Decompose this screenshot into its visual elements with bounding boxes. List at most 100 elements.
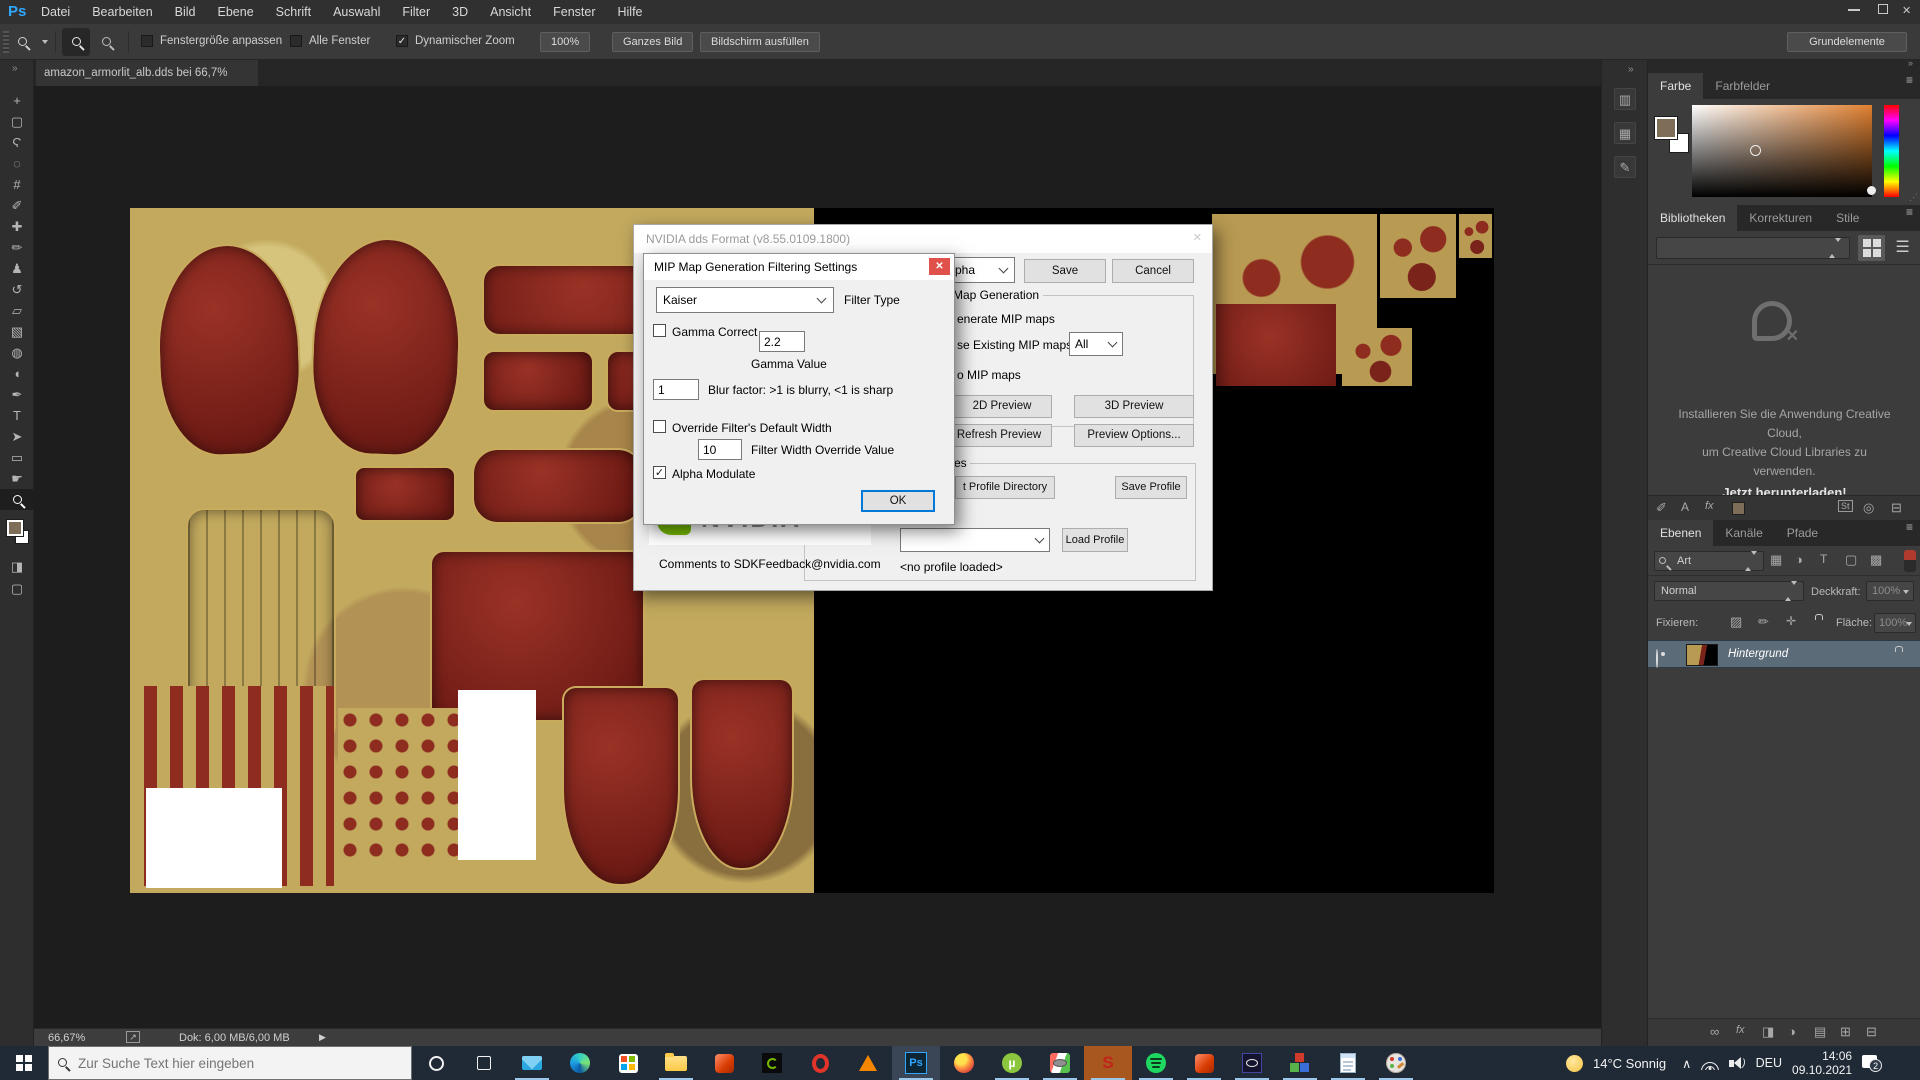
taskbar-mail-icon[interactable] [508,1046,556,1080]
dock-collapse-icon[interactable]: » [1628,64,1634,75]
menu-3d[interactable]: 3D [441,0,479,24]
tool-preset-dropdown-icon[interactable] [42,40,48,44]
type-filter-icon[interactable]: T [1820,552,1827,566]
nvidia-dialog-titlebar[interactable]: NVIDIA dds Format (v8.55.0109.1800) ✕ [634,225,1212,253]
gamma-correct-checkbox[interactable] [653,324,666,337]
refresh-preview-button[interactable]: Refresh Preview [946,424,1052,447]
quick-mask-icon[interactable]: ◨ [0,556,34,577]
blur-factor-field[interactable] [653,379,699,400]
taskbar-firefox-icon[interactable] [940,1046,988,1080]
layer-filter-toggle[interactable] [1904,550,1916,572]
notes-panel-icon[interactable]: ✎ [1614,156,1636,178]
panel-resize-grip[interactable]: ⋰ [1909,192,1918,203]
color-panel-menu-icon[interactable]: ≡ [1906,73,1913,87]
options-bar-grip[interactable] [3,31,9,53]
ok-button[interactable]: OK [861,490,935,512]
format-dropdown[interactable]: pha [949,257,1015,283]
zoom-100-button[interactable]: 100% [540,32,590,52]
gradient-handle[interactable] [1867,186,1876,195]
eraser-tool[interactable]: ▱ [0,300,34,321]
tab-pfade[interactable]: Pfade [1775,520,1830,546]
adjustment-filter-icon[interactable]: ◑ [1795,552,1803,567]
layer-style-icon[interactable]: fx [1736,1024,1745,1036]
type-tool[interactable]: T [0,405,34,426]
library-fx-icon[interactable]: fx [1705,500,1714,512]
layer-filter-select[interactable]: Art [1654,551,1764,571]
library-color-swatch-icon[interactable] [1732,502,1745,515]
generate-mip-maps-option[interactable]: enerate MIP maps [957,312,1055,326]
tab-ebenen[interactable]: Ebenen [1648,520,1713,546]
history-brush-tool[interactable]: ↺ [0,279,34,300]
color-cursor[interactable] [1750,145,1761,156]
save-button[interactable]: Save [1024,259,1106,283]
mip-dialog-close-button[interactable]: ✕ [929,258,950,275]
layer-thumbnail[interactable] [1686,644,1718,666]
screen-mode-icon[interactable]: ▢ [0,578,34,599]
taskbar-notepad-icon[interactable] [1324,1046,1372,1080]
pen-tool[interactable]: ✒ [0,384,34,405]
eyedropper-tool[interactable]: ✐ [0,195,34,216]
mip-levels-dropdown[interactable]: All [1069,332,1123,356]
workspace-switcher-button[interactable]: Grundelemente [1787,32,1907,52]
close-window-icon[interactable]: ✕ [1902,4,1911,17]
gradient-tool[interactable]: ▧ [0,321,34,342]
profile-directory-button[interactable]: t Profile Directory [955,476,1055,499]
restore-window-icon[interactable] [1878,4,1888,14]
gamma-value-field[interactable] [759,331,805,352]
library-styles-icon[interactable]: St [1838,500,1853,512]
start-button[interactable] [0,1046,48,1080]
library-graphic-icon[interactable]: ✐ [1656,500,1667,516]
path-selection-tool[interactable]: ➤ [0,426,34,447]
layers-panel-menu-icon[interactable]: ≡ [1906,520,1913,534]
language-indicator[interactable]: DEU [1756,1056,1782,1070]
override-width-checkbox[interactable] [653,420,666,433]
taskbar-office-icon[interactable] [700,1046,748,1080]
brush-tool[interactable]: ✏ [0,237,34,258]
task-view-button[interactable] [460,1046,508,1080]
taskbar-vlc-icon[interactable] [844,1046,892,1080]
wifi-icon[interactable] [1701,1057,1719,1070]
weather-text[interactable]: 14°C Sonnig [1593,1056,1666,1071]
hand-tool[interactable]: ☛ [0,468,34,489]
tray-expand-icon[interactable]: ∧ [1682,1056,1691,1071]
taskbar-edge-icon[interactable] [556,1046,604,1080]
blend-mode-select[interactable]: Normal [1654,581,1804,601]
menu-datei[interactable]: Datei [30,0,81,24]
tab-farbe[interactable]: Farbe [1648,73,1703,99]
preview-3d-button[interactable]: 3D Preview [1074,395,1194,418]
panel-foreground-swatch[interactable] [1655,117,1677,139]
zoom-tool-icon[interactable] [18,33,27,51]
opacity-select[interactable]: 100% [1866,581,1914,601]
taskbar-photoshop-icon[interactable]: Ps [892,1046,940,1080]
filter-width-field[interactable] [698,439,742,460]
clone-stamp-tool[interactable]: ♟ [0,258,34,279]
action-center-icon[interactable]: 2 [1862,1054,1882,1072]
search-input[interactable] [76,1055,376,1072]
new-layer-icon[interactable]: ⊞ [1840,1024,1851,1040]
taskbar-cubes-app-icon[interactable] [1276,1046,1324,1080]
move-tool[interactable]: + [0,90,34,111]
taskbar-search-box[interactable] [48,1046,412,1080]
link-layers-icon[interactable]: ∞ [1710,1024,1719,1039]
fill-select[interactable]: 100% [1874,613,1916,633]
tab-farbfelder[interactable]: Farbfelder [1703,73,1782,99]
use-existing-mip-maps-option[interactable]: se Existing MIP maps [957,338,1072,352]
layer-mask-icon[interactable]: ◨ [1762,1024,1774,1040]
blur-tool[interactable]: ◍ [0,342,34,363]
load-profile-button[interactable]: Load Profile [1062,528,1128,552]
taskbar-s-app-icon[interactable]: S [1084,1046,1132,1080]
export-icon[interactable]: ↗ [126,1031,140,1043]
preview-options-button[interactable]: Preview Options... [1074,424,1194,447]
delete-layer-icon[interactable]: ⊟ [1866,1024,1877,1040]
menu-ansicht[interactable]: Ansicht [479,0,542,24]
taskbar-utorrent-icon[interactable]: µ [988,1046,1036,1080]
fill-screen-button[interactable]: Bildschirm ausfüllen [700,32,820,52]
scrubby-zoom-checkbox[interactable]: ✓ [396,35,408,47]
alpha-modulate-checkbox[interactable]: ✓ [653,466,666,479]
nvidia-dialog-close-icon[interactable]: ✕ [1193,231,1202,244]
dodge-tool[interactable]: ◖ [0,363,34,384]
cortana-button[interactable] [412,1046,460,1080]
fit-screen-button[interactable]: Ganzes Bild [612,32,693,52]
weather-sun-icon[interactable] [1566,1055,1583,1072]
menu-schrift[interactable]: Schrift [265,0,322,24]
